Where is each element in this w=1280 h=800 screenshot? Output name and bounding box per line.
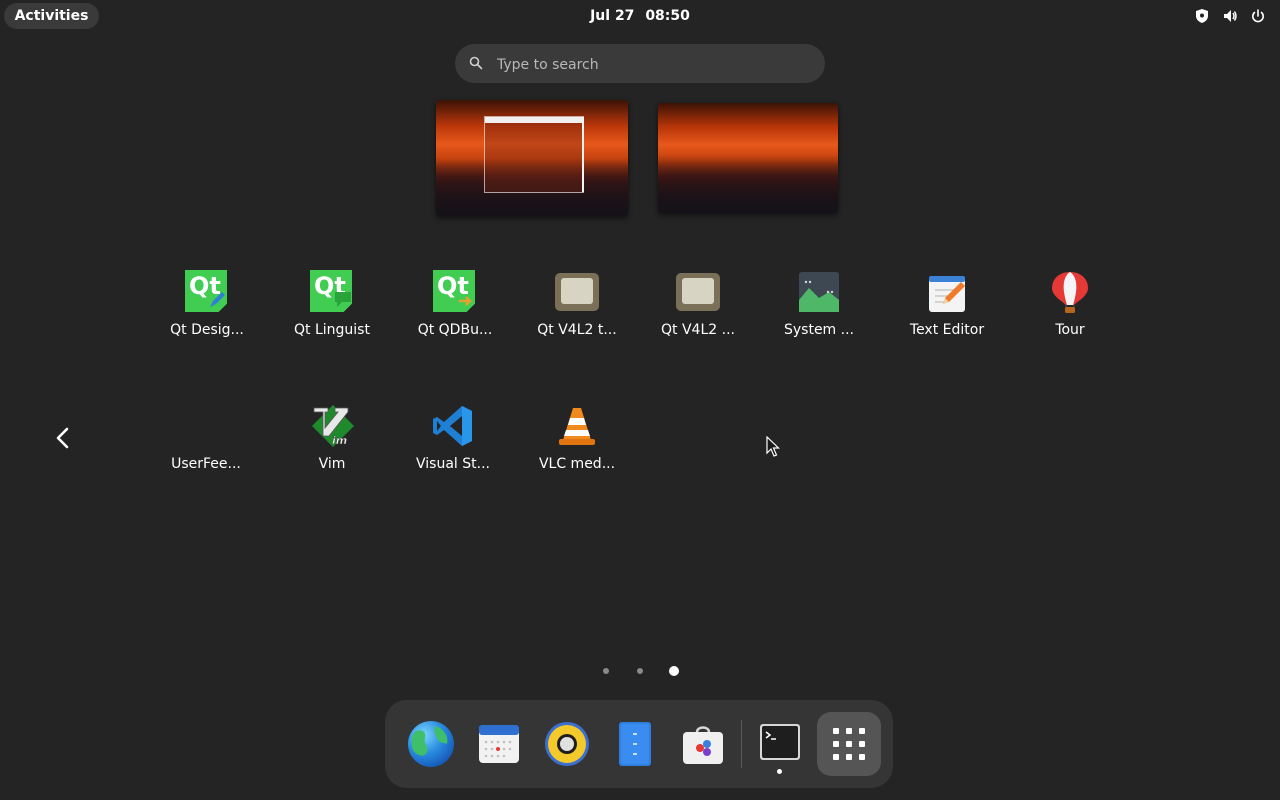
app-qt-designer[interactable]: Qt Qt Desig... bbox=[152, 260, 262, 370]
workspace-thumbnail-1[interactable] bbox=[436, 100, 628, 216]
calendar-icon bbox=[479, 725, 519, 763]
system-status-area[interactable] bbox=[1194, 8, 1266, 24]
search-icon bbox=[469, 56, 483, 70]
search-box[interactable] bbox=[455, 44, 825, 85]
dock-music[interactable] bbox=[541, 718, 593, 770]
dock-web-browser[interactable] bbox=[405, 718, 457, 770]
dock-separator bbox=[741, 720, 742, 768]
qt-v4l2-test-icon bbox=[555, 270, 599, 314]
page-dot-1[interactable] bbox=[603, 668, 609, 674]
user-feedback-icon bbox=[184, 404, 228, 448]
app-label: Vim bbox=[318, 456, 346, 472]
dock-software[interactable] bbox=[677, 718, 729, 770]
dock-files[interactable] bbox=[609, 718, 661, 770]
mouse-pointer-icon bbox=[766, 436, 780, 457]
page-dot-3-active[interactable] bbox=[669, 666, 679, 676]
terminal-icon bbox=[760, 724, 800, 760]
app-vim[interactable]: im Vim bbox=[277, 394, 387, 504]
running-indicator bbox=[777, 769, 782, 774]
app-label: Qt Desig... bbox=[170, 322, 244, 338]
app-system-monitor[interactable]: System ... bbox=[764, 260, 874, 370]
wallpaper-mountains bbox=[658, 155, 838, 213]
window-thumbnail[interactable] bbox=[484, 116, 584, 193]
volume-icon bbox=[1222, 8, 1238, 24]
dock bbox=[385, 700, 893, 788]
svg-text:im: im bbox=[332, 434, 347, 447]
app-user-feedback[interactable]: UserFee... bbox=[151, 394, 261, 504]
previous-page-arrow-icon[interactable] bbox=[52, 426, 74, 450]
dock-terminal[interactable] bbox=[754, 718, 806, 770]
app-vlc[interactable]: VLC med... bbox=[522, 394, 632, 504]
software-bag-icon bbox=[683, 726, 723, 764]
window-titlebar bbox=[485, 117, 583, 123]
top-bar: Activities Jul 27 08:50 bbox=[0, 0, 1280, 32]
activities-button[interactable]: Activities bbox=[4, 3, 99, 29]
app-text-editor[interactable]: Text Editor bbox=[892, 260, 1002, 370]
app-label: UserFee... bbox=[171, 456, 241, 472]
app-label: VLC med... bbox=[538, 456, 616, 472]
app-label: Qt Linguist bbox=[294, 322, 370, 338]
search-input[interactable] bbox=[495, 44, 809, 85]
globe-icon bbox=[408, 721, 454, 767]
window-edge bbox=[582, 117, 584, 192]
workspace-thumbnail-2[interactable] bbox=[658, 103, 838, 213]
app-qt-qdbusviewer[interactable]: Qt Qt QDBu... bbox=[400, 260, 510, 370]
app-visual-studio-code[interactable]: Visual St... bbox=[398, 394, 508, 504]
page-indicator bbox=[598, 664, 688, 678]
app-label: Tour bbox=[1055, 322, 1085, 338]
app-label: System ... bbox=[783, 322, 854, 338]
system-monitor-icon bbox=[797, 270, 841, 314]
app-label: Qt QDBu... bbox=[417, 322, 493, 338]
app-label: Qt V4L2 t... bbox=[537, 322, 617, 338]
shield-icon bbox=[1194, 8, 1210, 24]
power-icon bbox=[1250, 8, 1266, 24]
app-label: Qt V4L2 ... bbox=[661, 322, 735, 338]
clock-date: Jul 27 bbox=[590, 8, 635, 24]
qt-qdbusviewer-icon: Qt bbox=[433, 270, 477, 314]
vim-icon: im bbox=[310, 404, 354, 448]
qt-v4l2-icon bbox=[676, 270, 720, 314]
app-label: Text Editor bbox=[909, 322, 985, 338]
clock[interactable]: Jul 27 08:50 bbox=[540, 0, 740, 32]
qt-designer-icon: Qt bbox=[185, 270, 229, 314]
tour-balloon-icon bbox=[1048, 270, 1092, 314]
app-qt-v4l2[interactable]: Qt V4L2 ... bbox=[643, 260, 753, 370]
app-grid-icon bbox=[833, 728, 865, 760]
app-qt-linguist[interactable]: Qt Qt Linguist bbox=[277, 260, 387, 370]
app-tour[interactable]: Tour bbox=[1015, 260, 1125, 370]
clock-time: 08:50 bbox=[645, 8, 690, 24]
vscode-icon bbox=[431, 404, 475, 448]
qt-linguist-icon: Qt bbox=[310, 270, 354, 314]
page-dot-2[interactable] bbox=[637, 668, 643, 674]
app-qt-v4l2-test[interactable]: Qt V4L2 t... bbox=[522, 260, 632, 370]
vlc-icon bbox=[555, 404, 599, 448]
show-apps-button[interactable] bbox=[817, 712, 881, 776]
text-editor-icon bbox=[925, 270, 969, 314]
dock-calendar[interactable] bbox=[473, 718, 525, 770]
speaker-icon bbox=[545, 722, 589, 766]
app-label: Visual St... bbox=[416, 456, 490, 472]
file-cabinet-icon bbox=[619, 722, 651, 766]
